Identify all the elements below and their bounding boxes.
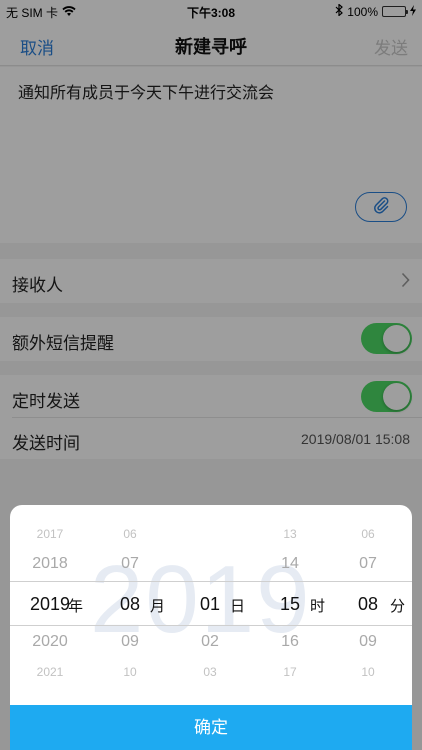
month-item[interactable]: 10 [90, 665, 170, 679]
day-unit: 日 [230, 598, 246, 615]
month-item[interactable]: 07 [90, 555, 170, 573]
hour-unit: 时 [310, 598, 326, 615]
confirm-button[interactable]: 确定 [10, 705, 412, 750]
year-item[interactable]: 2017 [10, 527, 90, 541]
minute-item[interactable]: 06 [328, 527, 408, 541]
minute-item[interactable]: 09 [328, 633, 408, 651]
day-item[interactable]: 03 [170, 665, 250, 679]
hour-item[interactable]: 14 [250, 555, 330, 573]
minute-unit: 分 [390, 598, 406, 615]
year-item[interactable]: 2018 [10, 555, 90, 573]
day-item[interactable]: 02 [170, 633, 250, 651]
hour-item[interactable]: 13 [250, 527, 330, 541]
year-unit: 年 [68, 598, 84, 615]
minute-item[interactable]: 07 [328, 555, 408, 573]
month-unit: 月 [150, 598, 166, 615]
month-item[interactable]: 06 [90, 527, 170, 541]
year-item[interactable]: 2021 [10, 665, 90, 679]
hour-item[interactable]: 16 [250, 633, 330, 651]
month-item[interactable]: 09 [90, 633, 170, 651]
date-picker-sheet: 2019 2017 2018 2019 2020 2021 年 06 07 08… [10, 505, 412, 750]
year-item[interactable]: 2020 [10, 633, 90, 651]
hour-item[interactable]: 17 [250, 665, 330, 679]
minute-item[interactable]: 10 [328, 665, 408, 679]
